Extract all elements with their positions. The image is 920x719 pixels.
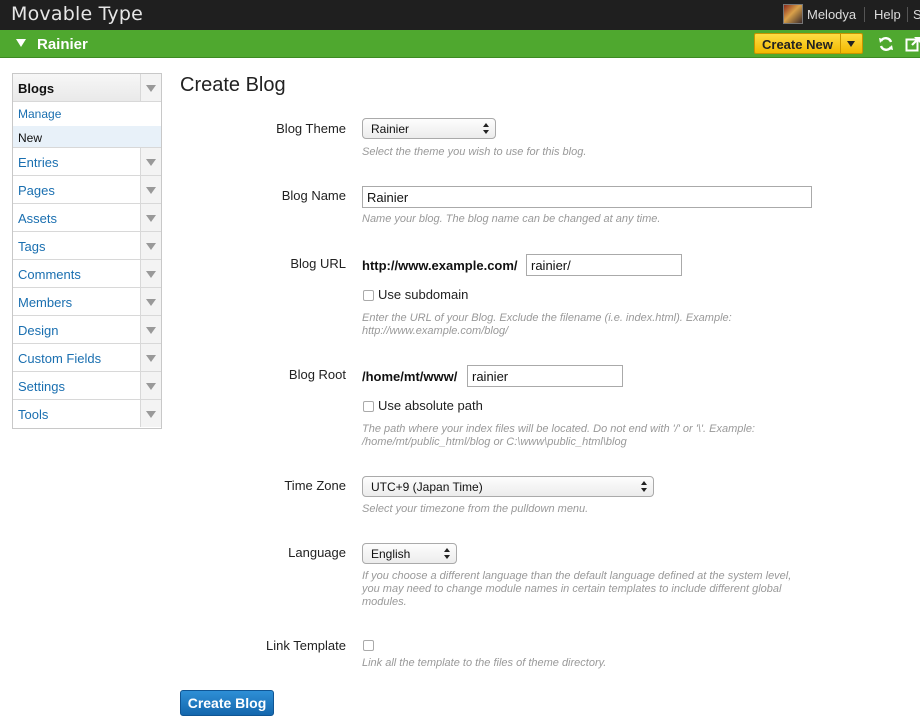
link-template-label: Link Template bbox=[266, 638, 346, 653]
blog-bar: Rainier Create New bbox=[0, 30, 920, 58]
chevron-down-icon[interactable] bbox=[140, 344, 161, 371]
link-template-checkbox[interactable] bbox=[363, 640, 374, 651]
chevron-down-icon[interactable] bbox=[140, 372, 161, 399]
app-logo[interactable]: Movable Type bbox=[11, 3, 143, 25]
select-arrows-icon bbox=[444, 548, 450, 560]
sidebar-item-label: Entries bbox=[18, 155, 59, 170]
refresh-icon[interactable] bbox=[878, 36, 894, 52]
sidebar-item-members[interactable]: Members bbox=[13, 288, 161, 316]
help-link[interactable]: Help bbox=[874, 7, 901, 22]
blog-url-prefix: http://www.example.com/ bbox=[362, 258, 518, 273]
chevron-down-icon[interactable] bbox=[847, 41, 855, 47]
sidebar-item-label: Members bbox=[18, 295, 73, 310]
select-arrows-icon bbox=[641, 481, 647, 493]
sidebar-item-label: New bbox=[18, 131, 43, 145]
chevron-down-icon[interactable] bbox=[140, 288, 161, 315]
time-zone-select[interactable]: UTC+9 (Japan Time) bbox=[362, 476, 654, 497]
sidebar-item-label: Manage bbox=[18, 107, 62, 121]
time-zone-hint: Select your timezone from the pulldown m… bbox=[362, 503, 589, 515]
blog-theme-select[interactable]: Rainier bbox=[362, 118, 496, 139]
use-subdomain-label[interactable]: Use subdomain bbox=[378, 287, 468, 302]
sidebar-item-settings[interactable]: Settings bbox=[13, 372, 161, 400]
truncated-menu-link[interactable]: S bbox=[913, 7, 920, 22]
sidebar-item-blogs[interactable]: Blogs bbox=[13, 74, 161, 102]
blog-url-hint: Enter the URL of your Blog. Exclude the … bbox=[362, 312, 732, 337]
blog-name-hint: Name your blog. The blog name can be cha… bbox=[362, 213, 661, 225]
sidebar-item-label: Tags bbox=[18, 239, 46, 254]
sidebar-item-assets[interactable]: Assets bbox=[13, 204, 161, 232]
blog-name-label: Blog Name bbox=[281, 188, 346, 203]
time-zone-label: Time Zone bbox=[284, 478, 346, 493]
create-new-button[interactable]: Create New bbox=[754, 33, 863, 54]
language-select[interactable]: English bbox=[362, 543, 457, 564]
blog-theme-value: Rainier bbox=[371, 122, 410, 136]
user-avatar[interactable] bbox=[783, 4, 803, 24]
blog-theme-hint: Select the theme you wish to use for thi… bbox=[362, 146, 587, 158]
sidebar-item-label: Custom Fields bbox=[18, 351, 102, 366]
language-label: Language bbox=[288, 545, 346, 560]
chevron-down-icon[interactable] bbox=[140, 204, 161, 231]
chevron-down-icon[interactable] bbox=[140, 232, 161, 259]
select-arrows-icon bbox=[483, 123, 489, 135]
topbar-divider bbox=[907, 7, 908, 22]
blog-switcher-triangle-icon[interactable] bbox=[16, 39, 26, 47]
sidebar-item-entries[interactable]: Entries bbox=[13, 148, 161, 176]
sidebar-item-tools[interactable]: Tools bbox=[13, 400, 161, 428]
sidebar-item-tags[interactable]: Tags bbox=[13, 232, 161, 260]
blog-theme-label: Blog Theme bbox=[276, 121, 346, 136]
language-value: English bbox=[371, 547, 411, 561]
sidebar-subitem-new[interactable]: New bbox=[13, 125, 161, 148]
chevron-down-icon[interactable] bbox=[140, 74, 161, 101]
chevron-down-icon[interactable] bbox=[140, 260, 161, 287]
user-name-link[interactable]: Melodya bbox=[807, 7, 856, 22]
sidebar-item-custom-fields[interactable]: Custom Fields bbox=[13, 344, 161, 372]
sidebar-item-label: Assets bbox=[18, 211, 58, 226]
chevron-down-icon[interactable] bbox=[140, 400, 161, 427]
blog-url-input[interactable] bbox=[526, 254, 682, 276]
sidebar-item-label: Blogs bbox=[18, 81, 55, 96]
sidebar-item-label: Tools bbox=[18, 407, 49, 422]
time-zone-value: UTC+9 (Japan Time) bbox=[371, 480, 483, 494]
blog-root-label: Blog Root bbox=[288, 367, 346, 382]
sidebar-item-design[interactable]: Design bbox=[13, 316, 161, 344]
use-absolute-path-checkbox[interactable] bbox=[363, 401, 374, 412]
create-new-label: Create New bbox=[762, 37, 833, 52]
page-title: Create Blog bbox=[180, 74, 286, 96]
chevron-down-icon[interactable] bbox=[140, 316, 161, 343]
blog-root-prefix: /home/mt/www/ bbox=[362, 369, 458, 384]
chevron-down-icon[interactable] bbox=[140, 148, 161, 175]
chevron-down-icon[interactable] bbox=[140, 176, 161, 203]
sidebar-item-label: Design bbox=[18, 323, 59, 338]
create-blog-button[interactable]: Create Blog bbox=[180, 690, 274, 716]
sidebar-item-label: Pages bbox=[18, 183, 55, 198]
sidebar-item-pages[interactable]: Pages bbox=[13, 176, 161, 204]
blog-name[interactable]: Rainier bbox=[37, 36, 88, 53]
topbar-divider bbox=[864, 7, 865, 22]
sidebar-menu: Blogs Manage New Entries Pages Assets Ta… bbox=[12, 73, 162, 429]
top-bar: Movable Type Melodya Help S bbox=[0, 0, 920, 30]
sidebar-item-label: Comments bbox=[18, 267, 81, 282]
blog-url-label: Blog URL bbox=[290, 256, 346, 271]
blog-name-input[interactable] bbox=[362, 186, 812, 208]
link-template-hint: Link all the template to the files of th… bbox=[362, 657, 607, 669]
external-link-icon[interactable] bbox=[905, 36, 920, 52]
use-subdomain-checkbox[interactable] bbox=[363, 290, 374, 301]
blog-root-input[interactable] bbox=[467, 365, 623, 387]
create-new-divider bbox=[840, 34, 841, 53]
sidebar-item-label: Settings bbox=[18, 379, 65, 394]
blog-root-hint: The path where your index files will be … bbox=[362, 423, 755, 448]
sidebar-item-comments[interactable]: Comments bbox=[13, 260, 161, 288]
language-hint: If you choose a different language than … bbox=[362, 570, 792, 608]
use-absolute-path-label[interactable]: Use absolute path bbox=[378, 398, 483, 413]
sidebar-subitem-manage[interactable]: Manage bbox=[13, 102, 161, 125]
